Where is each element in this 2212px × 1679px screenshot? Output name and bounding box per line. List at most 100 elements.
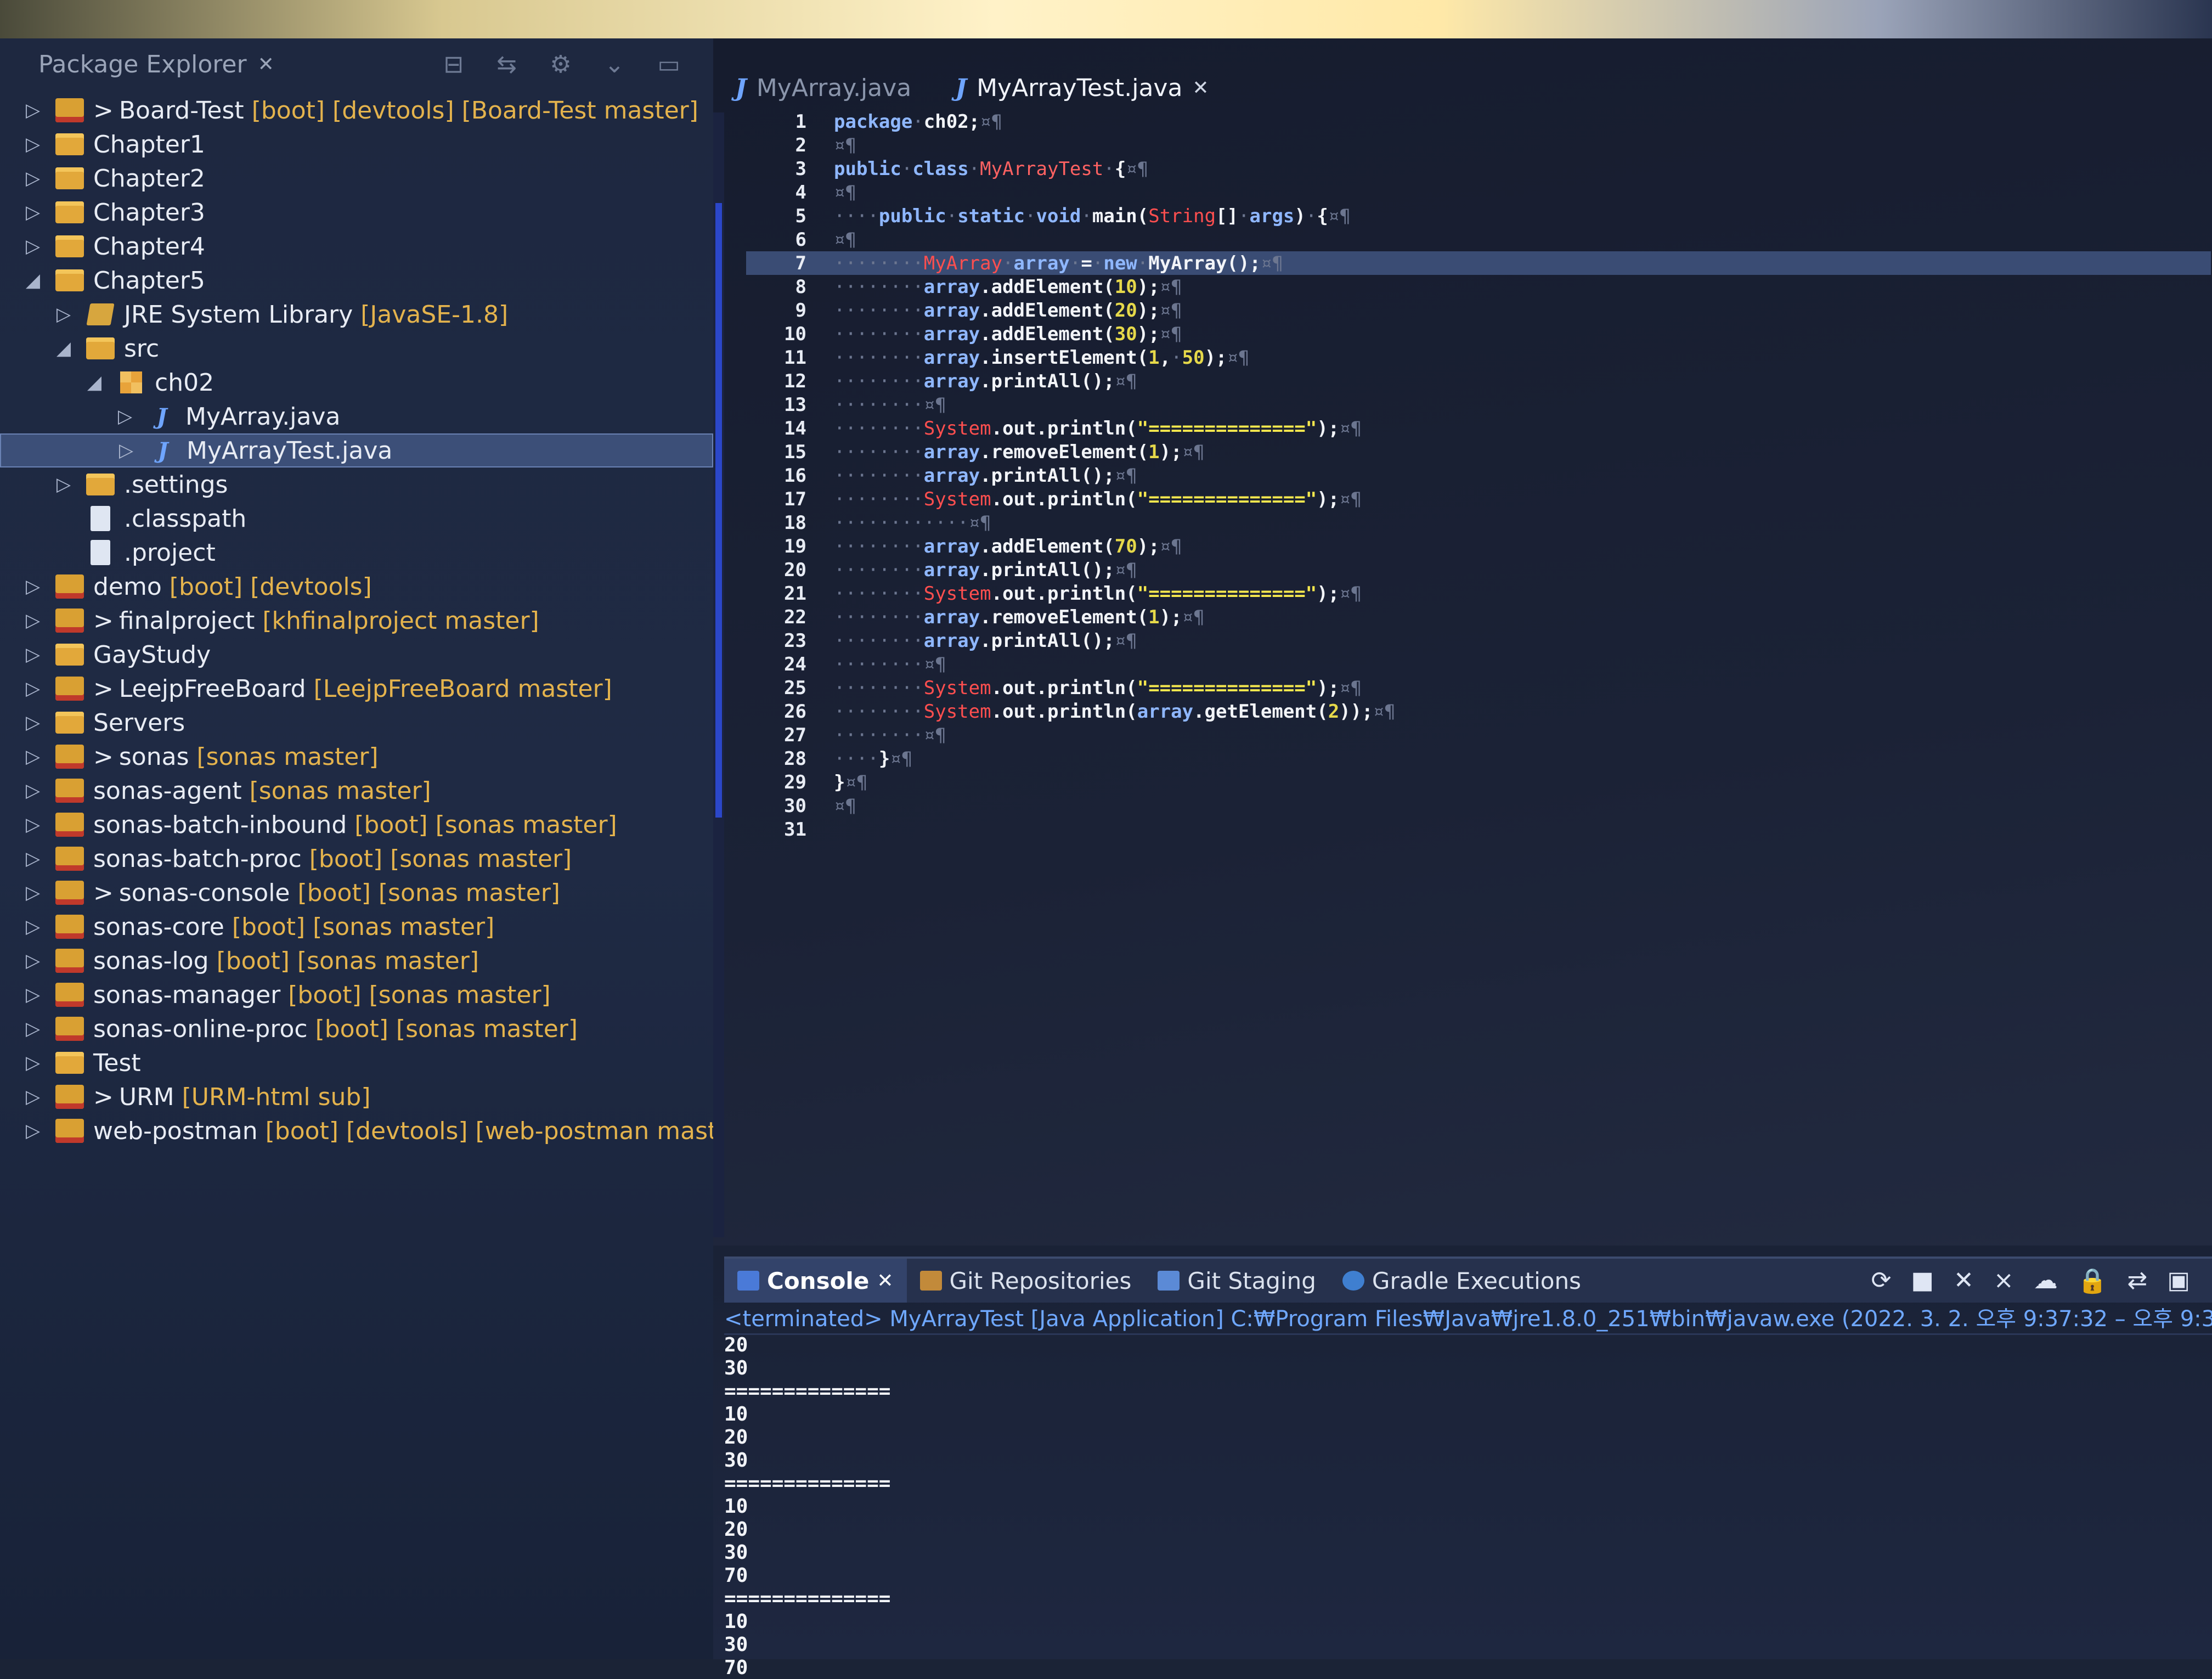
tree-item[interactable]: ▷ Chapter3: [0, 195, 713, 229]
tree-item[interactable]: ▷ sonas-log [boot] [sonas master]: [0, 944, 713, 978]
code-token: ¤¶: [890, 747, 913, 770]
expand-arrow-icon[interactable]: ▷: [114, 405, 136, 427]
tree-item[interactable]: ▷ sonas-agent [sonas master]: [0, 774, 713, 808]
expand-arrow-icon[interactable]: ▷: [22, 984, 44, 1006]
expand-arrow-icon[interactable]: ▷: [22, 1052, 44, 1074]
expand-arrow-icon[interactable]: ▷: [22, 201, 44, 223]
expand-arrow-icon[interactable]: ▷: [22, 814, 44, 836]
expand-arrow-icon[interactable]: ▷: [22, 610, 44, 632]
expand-arrow-icon[interactable]: ▷: [22, 1018, 44, 1040]
package-explorer-title[interactable]: Package Explorer: [38, 50, 247, 78]
tree-item[interactable]: ▷ Chapter1: [0, 127, 713, 161]
console-tab[interactable]: Git Repositories: [907, 1259, 1145, 1303]
scroll-lock-icon[interactable]: 🔒: [2078, 1266, 2108, 1295]
tree-item[interactable]: ◢ Chapter5: [0, 263, 713, 297]
expand-arrow-icon[interactable]: ▷: [53, 474, 75, 495]
expand-arrow-icon[interactable]: ▷: [22, 99, 44, 121]
word-wrap-icon[interactable]: ⇄: [2128, 1266, 2148, 1295]
filter-icon[interactable]: ⚙: [550, 50, 571, 78]
view-toolbar: ⊟ ⇆ ⚙ ⌄ ▭: [443, 50, 680, 78]
expand-arrow-icon[interactable]: ◢: [22, 269, 44, 291]
tree-item[interactable]: ▷ GayStudy: [0, 638, 713, 672]
tree-item[interactable]: ▷ > sonas-console [boot] [sonas master]: [0, 876, 713, 910]
expand-arrow-icon[interactable]: ▷: [22, 678, 44, 700]
tree-item[interactable]: ▷ Chapter4: [0, 229, 713, 263]
link-with-editor-icon[interactable]: ⇆: [496, 50, 517, 78]
tree-item[interactable]: ▷ > LeejpFreeBoard [LeejpFreeBoard master]: [0, 672, 713, 706]
tree-item[interactable]: ◢ ch02: [0, 365, 713, 399]
tree-item[interactable]: ▷ > finalproject [khfinalproject master]: [0, 604, 713, 638]
tree-item[interactable]: ▷ > Board-Test [boot] [devtools] [Board-Tes…: [0, 93, 713, 127]
git-indicator: >: [93, 878, 114, 907]
tree-item[interactable]: ▷ sonas-batch-proc [boot] [sonas master]: [0, 842, 713, 876]
tree-item[interactable]: ▷ sonas-manager [boot] [sonas master]: [0, 978, 713, 1012]
expand-arrow-icon[interactable]: ▷: [22, 848, 44, 870]
tree-item[interactable]: ▷ .settings: [0, 467, 713, 502]
tree-item-tag: [boot] [sonas master]: [288, 981, 551, 1009]
expand-arrow-icon[interactable]: ▷: [22, 644, 44, 666]
console-tab[interactable]: Gradle Executions: [1329, 1259, 1594, 1303]
view-menu-icon[interactable]: ⌄: [605, 50, 625, 78]
code-token: array: [923, 299, 980, 322]
code-token: ········: [834, 700, 924, 723]
tree-item[interactable]: ▷ J MyArrayTest.java: [0, 433, 713, 467]
tree-item[interactable]: ▷ sonas-online-proc [boot] [sonas master]: [0, 1012, 713, 1046]
tree-item[interactable]: .project: [0, 536, 713, 570]
open-console-icon[interactable]: ▣: [2167, 1266, 2190, 1295]
collapse-all-icon[interactable]: ⊟: [443, 50, 464, 78]
console-output[interactable]: 20 30 ============== 10 20 30 ============== 10…: [724, 1333, 890, 1679]
code-line: 30 ¤¶: [746, 794, 2211, 818]
tree-item[interactable]: ▷ sonas-core [boot] [sonas master]: [0, 910, 713, 944]
console-output-line: 70: [724, 1656, 748, 1679]
tree-item[interactable]: ▷ sonas-batch-inbound [boot] [sonas master…: [0, 808, 713, 842]
minimize-icon[interactable]: ▭: [657, 50, 680, 78]
expand-arrow-icon[interactable]: ◢: [53, 337, 75, 359]
code-token: ¤¶: [1114, 370, 1137, 392]
code-token: ············: [834, 511, 969, 534]
tree-item[interactable]: ▷ demo [boot] [devtools]: [0, 570, 713, 604]
editor-tab[interactable]: J MyArray.java: [713, 66, 933, 110]
close-icon[interactable]: ✕: [1192, 77, 1209, 99]
close-icon[interactable]: ✕: [258, 53, 274, 76]
tree-item[interactable]: ◢ src: [0, 331, 713, 365]
tree-item[interactable]: .classpath: [0, 502, 713, 536]
tree-item[interactable]: ▷ Servers: [0, 706, 713, 740]
terminate-icon[interactable]: ■: [1911, 1266, 1934, 1295]
clear-console-icon[interactable]: ☁: [2034, 1266, 2058, 1295]
remove-all-icon[interactable]: ⨯: [1994, 1266, 2014, 1295]
expand-arrow-icon[interactable]: ▷: [22, 780, 44, 802]
tree-item[interactable]: ▷ > URM [URM-html sub]: [0, 1080, 713, 1114]
expand-arrow-icon[interactable]: ▷: [22, 167, 44, 189]
refresh-icon[interactable]: ⟳: [1871, 1266, 1892, 1295]
expand-arrow-icon[interactable]: ▷: [22, 712, 44, 734]
expand-arrow-icon[interactable]: ▷: [115, 440, 137, 461]
expand-arrow-icon[interactable]: ▷: [53, 303, 75, 325]
code-token: ········: [834, 346, 924, 369]
top-toolbar-area: [0, 0, 2212, 38]
expand-arrow-icon[interactable]: ◢: [83, 371, 105, 393]
tree-item[interactable]: ▷ J MyArray.java: [0, 399, 713, 433]
tree-item[interactable]: ▷ > sonas [sonas master]: [0, 740, 713, 774]
close-icon[interactable]: ✕: [877, 1270, 893, 1292]
remove-launch-icon[interactable]: ✕: [1954, 1266, 1974, 1295]
tree-item[interactable]: ▷ web-postman [boot] [devtools] [web-postm…: [0, 1114, 752, 1148]
editor-tab[interactable]: J MyArrayTest.java ✕: [933, 66, 1231, 110]
expand-arrow-icon[interactable]: ▷: [22, 916, 44, 938]
code-token: array: [923, 629, 980, 652]
expand-arrow-icon[interactable]: ▷: [22, 235, 44, 257]
expand-arrow-icon[interactable]: ▷: [22, 1086, 44, 1108]
console-tab[interactable]: Git Staging: [1144, 1259, 1329, 1303]
expand-arrow-icon[interactable]: ▷: [22, 950, 44, 972]
expand-arrow-icon[interactable]: ▷: [22, 882, 44, 904]
expand-arrow-icon[interactable]: ▷: [22, 1120, 44, 1142]
tree-item[interactable]: ▷ Chapter2: [0, 161, 713, 195]
tree-item[interactable]: ▷ JRE System Library [JavaSE-1.8]: [0, 297, 713, 331]
tree-item-label: sonas: [119, 742, 189, 771]
expand-arrow-icon[interactable]: ▷: [22, 133, 44, 155]
console-tab[interactable]: Console ✕: [724, 1259, 907, 1303]
expand-arrow-icon[interactable]: ▷: [22, 746, 44, 768]
expand-arrow-icon[interactable]: ▷: [22, 576, 44, 598]
tree-item[interactable]: ▷ Test: [0, 1046, 713, 1080]
code-token: );: [1317, 582, 1340, 605]
code-lines[interactable]: 1 package · ch02; ¤¶ 2 ¤¶ 3 public · class · MyArray…: [746, 110, 2211, 841]
